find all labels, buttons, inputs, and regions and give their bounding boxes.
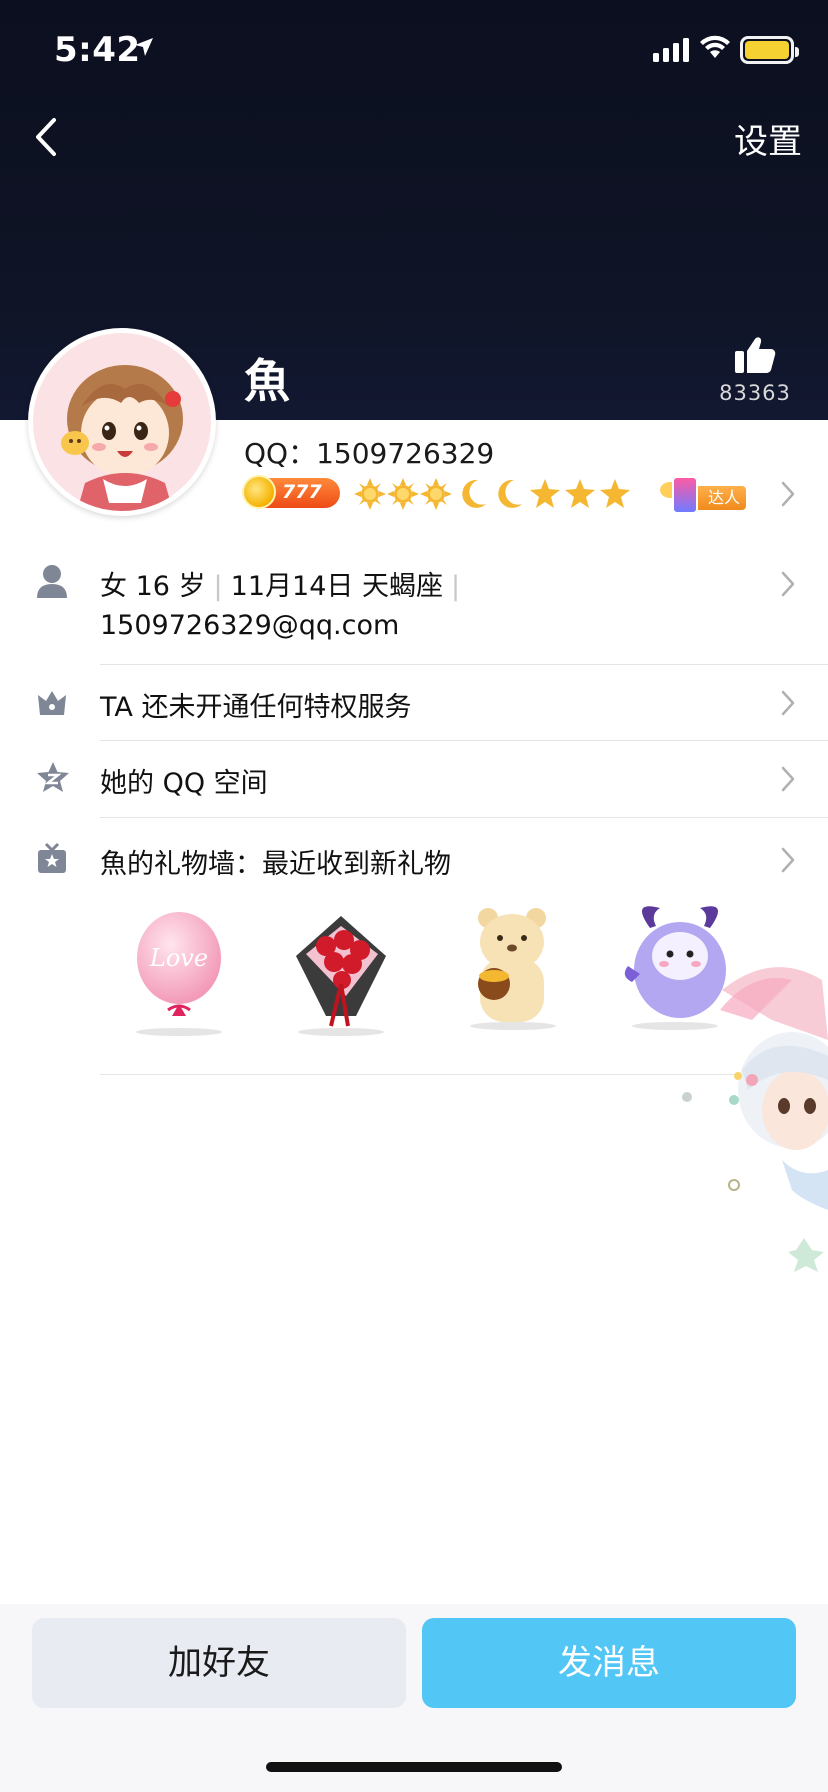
decorative-dot-icon [682, 1092, 692, 1102]
moon-icon [498, 479, 522, 508]
qzone-label: 她的 QQ 空间 [100, 768, 268, 799]
chevron-right-icon[interactable] [780, 480, 796, 508]
battery-icon [740, 36, 799, 64]
coin-badge: 777 [242, 475, 340, 509]
separator: | [213, 571, 223, 602]
thumbs-up-icon [735, 337, 776, 373]
chevron-right-icon [781, 766, 795, 792]
like-button[interactable]: 83363 [700, 335, 810, 405]
gift-honey-bear[interactable] [458, 900, 568, 1030]
age: 16 岁 [135, 571, 206, 602]
cellular-signal-icon [653, 38, 689, 62]
qzone-row[interactable]: 她的 QQ 空间 [0, 741, 828, 817]
location-arrow-icon [135, 38, 153, 56]
chevron-right-icon [781, 571, 795, 597]
crown-icon [38, 691, 66, 715]
star-icon [600, 479, 630, 508]
profile-name: 魚 [244, 354, 290, 408]
gift-love-balloon[interactable]: Love [124, 906, 234, 1036]
gift-love-text: Love [149, 944, 208, 972]
add-friend-button[interactable]: 加好友 [32, 1618, 406, 1708]
star-icon [530, 479, 560, 508]
phone-icon [672, 476, 698, 514]
daren-badge: 达人 [656, 474, 752, 514]
status-bar: 5:42 [0, 0, 828, 100]
decorative-character-icon [720, 967, 828, 1272]
gift-rose-bouquet[interactable] [286, 906, 396, 1036]
gift-icon [38, 842, 66, 873]
home-indicator[interactable] [266, 1762, 562, 1772]
gift-wall-row[interactable]: 魚的礼物墙：最近收到新礼物 Love [0, 818, 828, 1074]
qq-number: QQ：1509726329 [244, 437, 495, 470]
separator: | [450, 571, 461, 602]
sun-icon [354, 478, 386, 510]
coin-value: 777 [282, 481, 322, 503]
bear-icon [478, 908, 546, 1022]
chevron-right-icon [781, 690, 795, 716]
moon-icon [462, 479, 486, 508]
email: 1509726329@qq.com [100, 610, 400, 641]
person-icon [37, 565, 67, 598]
privilege-label: TA 还未开通任何特权服务 [100, 692, 412, 723]
personal-info-row[interactable]: 女 16 岁 | 11月14日 天蝎座 | 1509726329@qq.com [0, 556, 828, 664]
level-badges[interactable]: 777 达人 [242, 474, 784, 514]
rose-bouquet-icon [296, 916, 386, 1027]
sun-icon [420, 478, 452, 510]
coin-icon [242, 475, 276, 509]
back-button[interactable] [30, 112, 70, 162]
chevron-left-icon [36, 118, 56, 156]
send-message-button[interactable]: 发消息 [422, 1618, 796, 1708]
qzone-star-icon [37, 762, 69, 792]
gender: 女 [100, 571, 127, 602]
zodiac: 天蝎座 [361, 571, 443, 602]
wifi-icon [700, 35, 730, 58]
gift-wall-label: 魚的礼物墙：最近收到新礼物 [100, 849, 451, 880]
like-count: 83363 [719, 381, 791, 405]
avatar-illustration-icon [33, 333, 211, 511]
avatar[interactable] [28, 328, 216, 516]
star-icon [565, 479, 595, 508]
sun-icon [387, 478, 419, 510]
status-time: 5:42 [54, 30, 141, 70]
balloon-icon: Love [137, 912, 221, 1016]
settings-button[interactable]: 设置 [734, 114, 802, 163]
chevron-right-icon [781, 847, 795, 873]
privilege-row[interactable]: TA 还未开通任何特权服务 [0, 665, 828, 740]
birthday: 11月14日 [230, 571, 354, 602]
